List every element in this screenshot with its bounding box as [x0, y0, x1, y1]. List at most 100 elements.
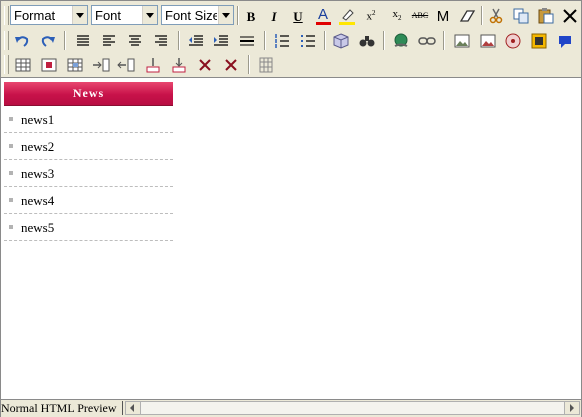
merge-cells-icon: [199, 59, 211, 71]
chevron-down-icon[interactable]: [72, 6, 87, 24]
delete-button[interactable]: [559, 5, 581, 27]
italic-button[interactable]: I: [263, 5, 285, 27]
format-select[interactable]: Format: [10, 5, 88, 25]
toolbar-separator: [324, 31, 326, 50]
insert-row-icon: [146, 58, 160, 73]
underline-button[interactable]: U: [287, 5, 309, 27]
eraser-button[interactable]: [456, 5, 478, 27]
redo-button[interactable]: [37, 30, 59, 52]
insert-object-icon: [333, 33, 349, 49]
scroll-left-icon[interactable]: [126, 402, 141, 414]
outdent-button[interactable]: [185, 30, 207, 52]
toolbar-grip[interactable]: [4, 6, 9, 25]
merge-cells-button[interactable]: [194, 54, 216, 76]
toolbar-separator: [383, 31, 385, 50]
strikethrough-button[interactable]: ABC: [409, 5, 431, 27]
font-select[interactable]: Font: [91, 5, 158, 25]
indent-icon: [214, 35, 228, 46]
subscript-exp: 2: [398, 14, 402, 23]
toolbar-separator: [443, 31, 445, 50]
scroll-right-icon[interactable]: [564, 402, 579, 414]
align-right-button[interactable]: [150, 30, 172, 52]
format-select-value: Format: [14, 8, 56, 23]
view-mode-tabs[interactable]: Normal HTML Preview: [1, 401, 117, 416]
link-button[interactable]: [390, 30, 412, 52]
media-icon: [505, 33, 521, 49]
subscript-button[interactable]: x2: [386, 5, 408, 27]
undo-icon: [15, 36, 29, 47]
delete-column-button[interactable]: [115, 54, 137, 76]
split-cells-button[interactable]: [220, 54, 242, 76]
fontsize-select[interactable]: Font Size: [161, 5, 234, 25]
help-icon: [559, 36, 571, 48]
insert-object-button[interactable]: [330, 30, 352, 52]
unlink-button[interactable]: [416, 30, 438, 52]
horizontal-rule-icon: [240, 36, 254, 46]
news-item-label[interactable]: news2: [21, 133, 54, 160]
copy-button[interactable]: [510, 5, 532, 27]
align-justify-button[interactable]: [72, 30, 94, 52]
news-box: News news1 news2 news3 news4 news5: [4, 82, 173, 241]
unlink-icon: [418, 37, 436, 45]
editor-content-area[interactable]: News news1 news2 news3 news4 news5: [1, 78, 581, 399]
help-button[interactable]: [554, 30, 576, 52]
news-item[interactable]: news3: [4, 160, 173, 187]
media-button[interactable]: [502, 30, 524, 52]
align-left-icon: [103, 35, 115, 46]
toggle-borders-button[interactable]: [255, 54, 277, 76]
toolbar-separator: [264, 31, 266, 50]
insert-column-icon: [93, 58, 110, 72]
news-item[interactable]: news2: [4, 133, 173, 160]
chevron-down-icon[interactable]: [218, 6, 233, 24]
editor-statusbar: Normal HTML Preview: [1, 399, 581, 417]
news-item-label[interactable]: news5: [21, 214, 54, 241]
horizontal-scrollbar[interactable]: [125, 401, 580, 415]
table-properties-button[interactable]: [38, 54, 60, 76]
image-properties-button[interactable]: [477, 30, 499, 52]
image-button[interactable]: [451, 30, 473, 52]
align-left-button[interactable]: [98, 30, 120, 52]
cell-properties-button[interactable]: [64, 54, 86, 76]
undo-button[interactable]: [11, 30, 33, 52]
font-color-button[interactable]: A: [312, 5, 334, 27]
news-item-label[interactable]: news3: [21, 160, 54, 187]
news-list: news1 news2 news3 news4 news5: [4, 106, 173, 241]
subscript-icon: x2: [393, 9, 402, 22]
bold-button[interactable]: B: [240, 5, 262, 27]
toolbar-row-2: [1, 29, 581, 53]
bullet-icon: [9, 117, 13, 121]
unordered-list-button[interactable]: [297, 30, 319, 52]
insert-column-button[interactable]: [90, 54, 112, 76]
cut-button[interactable]: [485, 5, 507, 27]
ordered-list-button[interactable]: [271, 30, 293, 52]
toolbar-grip[interactable]: [4, 31, 9, 50]
news-item-label[interactable]: news4: [21, 187, 54, 214]
toolbar-grip[interactable]: [4, 55, 9, 74]
delete-row-button[interactable]: [168, 54, 190, 76]
toolbar-separator: [248, 55, 250, 74]
horizontal-rule-button[interactable]: [236, 30, 258, 52]
remove-format-button[interactable]: M: [432, 5, 454, 27]
superscript-button[interactable]: x2: [360, 5, 382, 27]
bullet-icon: [9, 171, 13, 175]
news-item[interactable]: news5: [4, 214, 173, 241]
outdent-icon: [189, 35, 203, 46]
highlight-button[interactable]: [336, 5, 358, 27]
align-center-button[interactable]: [124, 30, 146, 52]
chevron-down-icon[interactable]: [142, 6, 157, 24]
font-select-value: Font: [95, 8, 122, 23]
cut-icon: [489, 8, 503, 24]
insert-row-button[interactable]: [142, 54, 164, 76]
news-item-label[interactable]: news1: [21, 106, 54, 133]
find-button[interactable]: [356, 30, 378, 52]
flash-button[interactable]: [528, 30, 550, 52]
indent-button[interactable]: [210, 30, 232, 52]
news-item[interactable]: news4: [4, 187, 173, 214]
paste-button[interactable]: [535, 5, 557, 27]
link-icon: [394, 33, 408, 47]
insert-table-button[interactable]: [12, 54, 34, 76]
delete-row-icon: [172, 58, 186, 73]
toolbar-separator: [237, 6, 239, 25]
find-icon: [359, 36, 375, 47]
news-item[interactable]: news1: [4, 106, 173, 133]
